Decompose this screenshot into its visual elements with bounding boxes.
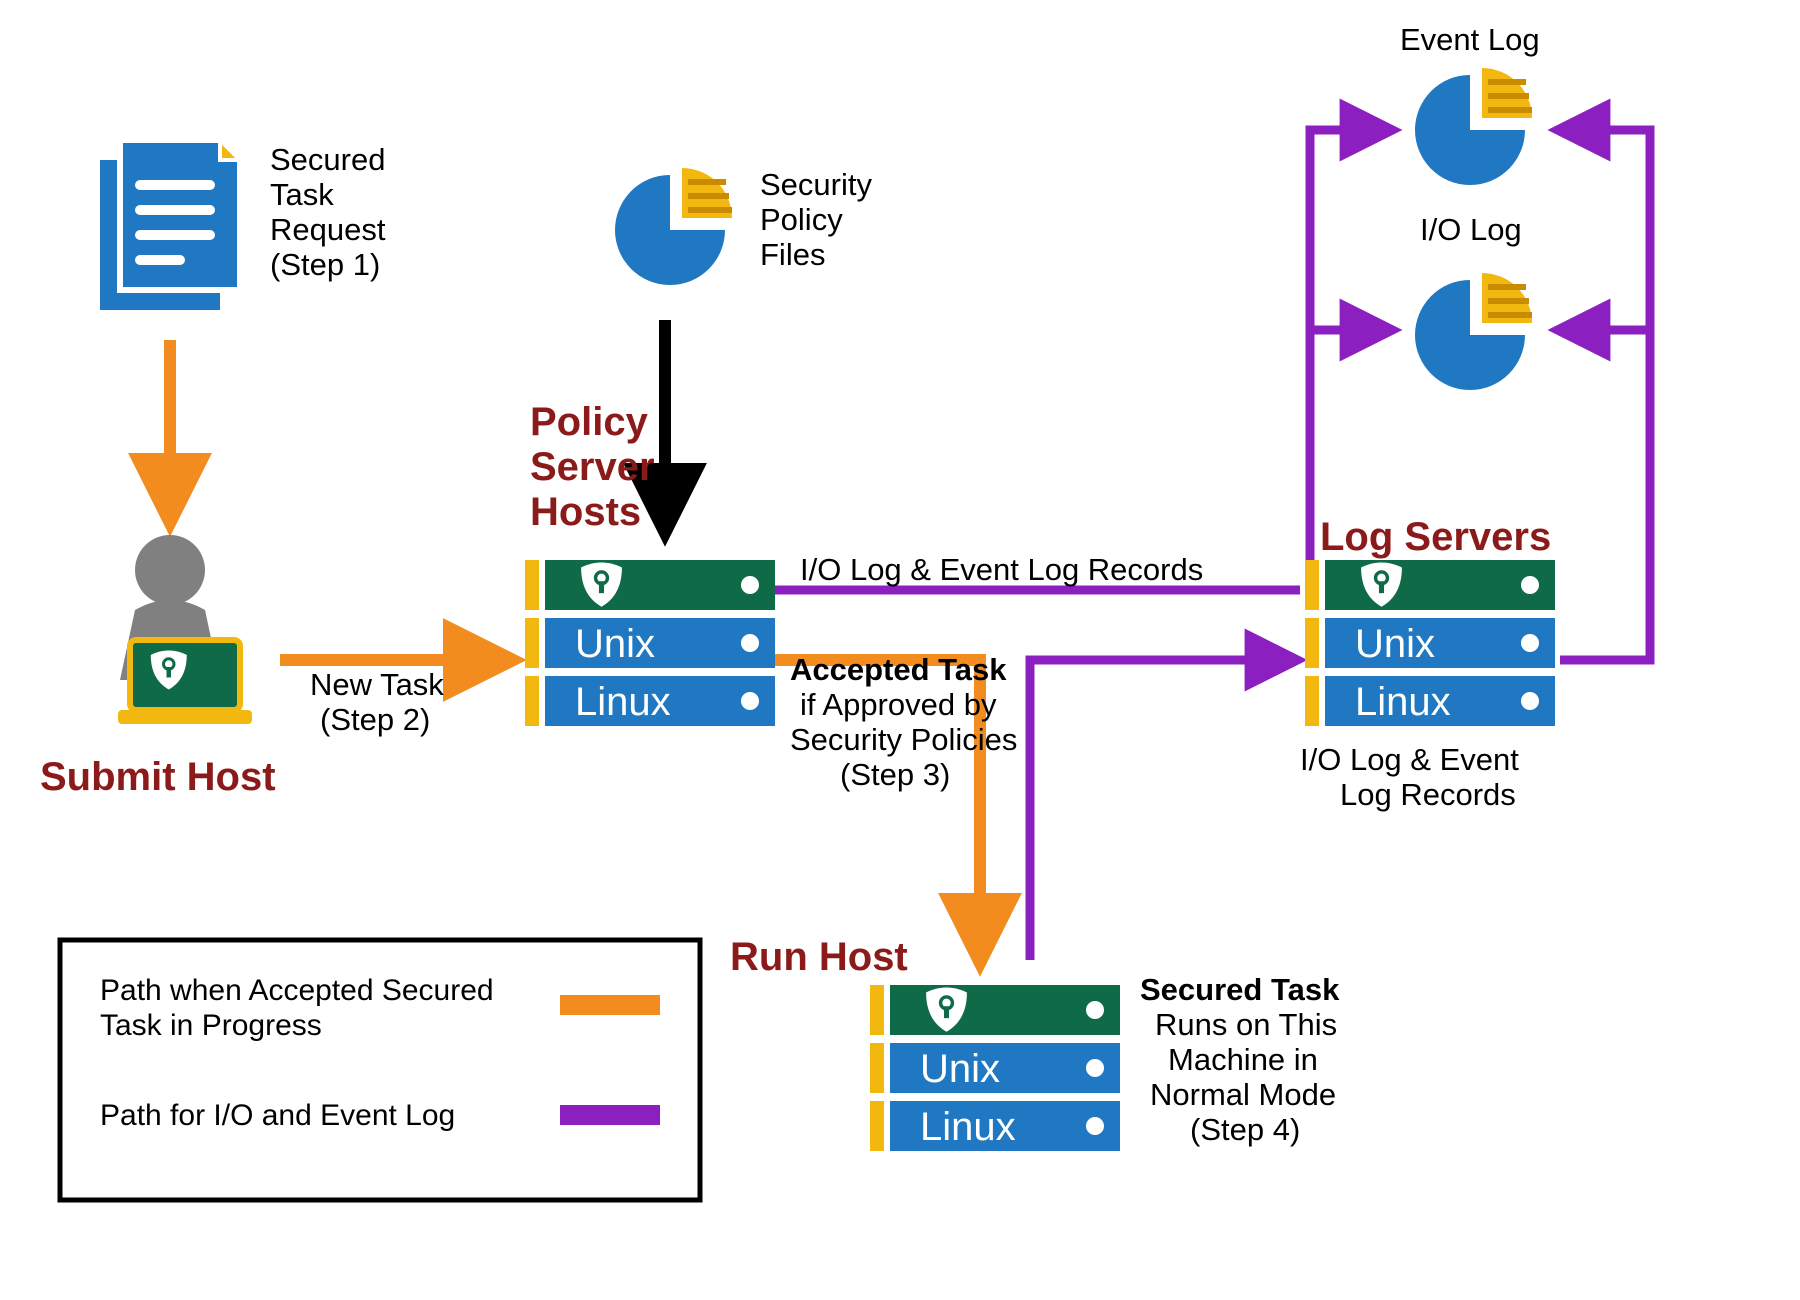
security-policy-l1: Security: [760, 167, 872, 202]
secured-task-request-l2: Task: [270, 177, 334, 212]
arrow-runhost-to-logservers: [1030, 660, 1295, 960]
secured-task-l1: Runs on This: [1155, 1007, 1337, 1042]
legend-orange-swatch: [560, 995, 660, 1015]
document-icon: [100, 140, 240, 310]
policy-server-hosts-l2: Server: [530, 445, 655, 489]
legend-purple-swatch: [560, 1105, 660, 1125]
arrow-logservers-up-left: [1310, 130, 1390, 560]
accepted-task-bold: Accepted Task: [790, 652, 1007, 687]
submit-host-title: Submit Host: [40, 755, 276, 799]
log-servers-note-l2: Log Records: [1340, 777, 1516, 812]
secured-task-request-l3: Request: [270, 212, 386, 247]
secured-task-l2: Machine in: [1168, 1042, 1318, 1077]
log-servers-stack: [1305, 560, 1555, 726]
security-policy-l3: Files: [760, 237, 825, 272]
policy-server-hosts-l3: Hosts: [530, 490, 641, 534]
legend-log: Path for I/O and Event Log: [100, 1099, 455, 1132]
legend-box: Path when Accepted Secured Task in Progr…: [60, 940, 700, 1200]
policy-files-pie-icon: [615, 168, 732, 285]
run-host-title: Run Host: [730, 935, 908, 979]
user-icon: [118, 535, 252, 724]
security-policy-l2: Policy: [760, 202, 843, 237]
run-host-stack: [870, 985, 1120, 1151]
accepted-task-l2: Security Policies: [790, 722, 1017, 757]
event-log-pie-icon: [1415, 68, 1532, 185]
secured-task-request-l4: (Step 1): [270, 247, 380, 282]
secured-task-bold: Secured Task: [1140, 972, 1340, 1007]
event-log-label: Event Log: [1400, 22, 1540, 57]
policy-server-hosts-l1: Policy: [530, 400, 649, 444]
accepted-task-l1: if Approved by: [800, 687, 997, 722]
secured-task-l3: Normal Mode: [1150, 1077, 1336, 1112]
accepted-task-l3: (Step 3): [840, 757, 950, 792]
log-servers-title: Log Servers: [1320, 515, 1551, 559]
io-event-records-top: I/O Log & Event Log Records: [800, 552, 1203, 587]
new-task-l1: New Task: [310, 667, 444, 702]
log-servers-note-l1: I/O Log & Event: [1300, 742, 1519, 777]
new-task-l2: (Step 2): [320, 702, 430, 737]
io-log-label: I/O Log: [1420, 212, 1522, 247]
arrow-right-to-eventlog: [1560, 130, 1650, 660]
secured-task-request-l1: Secured: [270, 142, 385, 177]
secured-task-l4: (Step 4): [1190, 1112, 1300, 1147]
legend-accepted-l1: Path when Accepted Secured: [100, 974, 494, 1007]
io-log-pie-icon: [1415, 273, 1532, 390]
policy-server-stack: [525, 560, 775, 726]
legend-accepted-l2: Task in Progress: [100, 1009, 322, 1042]
